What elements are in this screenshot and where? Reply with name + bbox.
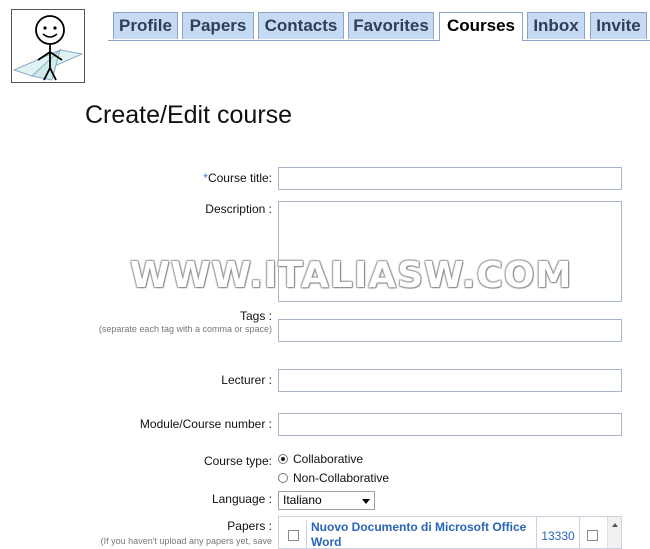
module-number-input[interactable] — [278, 413, 622, 436]
stick-figure-icon — [12, 15, 84, 81]
main-tab-bar: Profile Papers Contacts Favorites Course… — [108, 9, 650, 41]
course-type-label: Course type: — [203, 454, 272, 468]
tab-profile[interactable]: Profile — [113, 12, 178, 39]
papers-label: Papers : — [227, 519, 272, 533]
language-select[interactable]: Italiano — [278, 491, 375, 510]
course-title-label: *Course title: — [203, 171, 272, 185]
description-textarea[interactable] — [278, 201, 622, 302]
tab-papers[interactable]: Papers — [182, 12, 254, 39]
paper-select-checkbox[interactable] — [288, 530, 299, 541]
paper-name-link[interactable]: Nuovo Documento di Microsoft Office Word — [306, 520, 535, 548]
papers-hint: (If you haven't upload any papers yet, s… — [100, 536, 272, 546]
papers-scrollbar[interactable] — [607, 517, 621, 548]
tab-contacts[interactable]: Contacts — [258, 12, 344, 39]
description-label: Description : — [205, 202, 272, 216]
lecturer-label: Lecturer : — [221, 373, 272, 387]
course-type-collaborative[interactable]: Collaborative — [278, 452, 363, 466]
tab-invite[interactable]: Invite — [590, 12, 647, 39]
tags-label: Tags : — [239, 309, 272, 323]
tab-inbox[interactable]: Inbox — [527, 12, 585, 39]
language-label: Language : — [211, 492, 272, 506]
paper-number: 13330 — [536, 517, 580, 548]
tags-input[interactable] — [278, 319, 622, 342]
chevron-down-icon — [362, 499, 370, 504]
papers-list: Nuovo Documento di Microsoft Office Word… — [278, 516, 622, 549]
scroll-up-icon[interactable] — [612, 523, 618, 527]
tab-favorites[interactable]: Favorites — [348, 12, 434, 39]
radio-unselected-icon[interactable] — [278, 473, 288, 483]
tags-hint: (separate each tag with a comma or space… — [98, 324, 272, 334]
user-avatar[interactable] — [11, 9, 85, 83]
module-number-label: Module/Course number : — [139, 417, 272, 431]
page-title: Create/Edit course — [85, 101, 293, 129]
course-title-input[interactable] — [278, 167, 622, 190]
lecturer-input[interactable] — [278, 369, 622, 392]
tab-courses[interactable]: Courses — [439, 12, 523, 41]
course-type-non-collaborative[interactable]: Non-Collaborative — [278, 471, 389, 485]
radio-selected-icon[interactable] — [278, 454, 288, 464]
paper-option-checkbox[interactable] — [587, 530, 598, 541]
